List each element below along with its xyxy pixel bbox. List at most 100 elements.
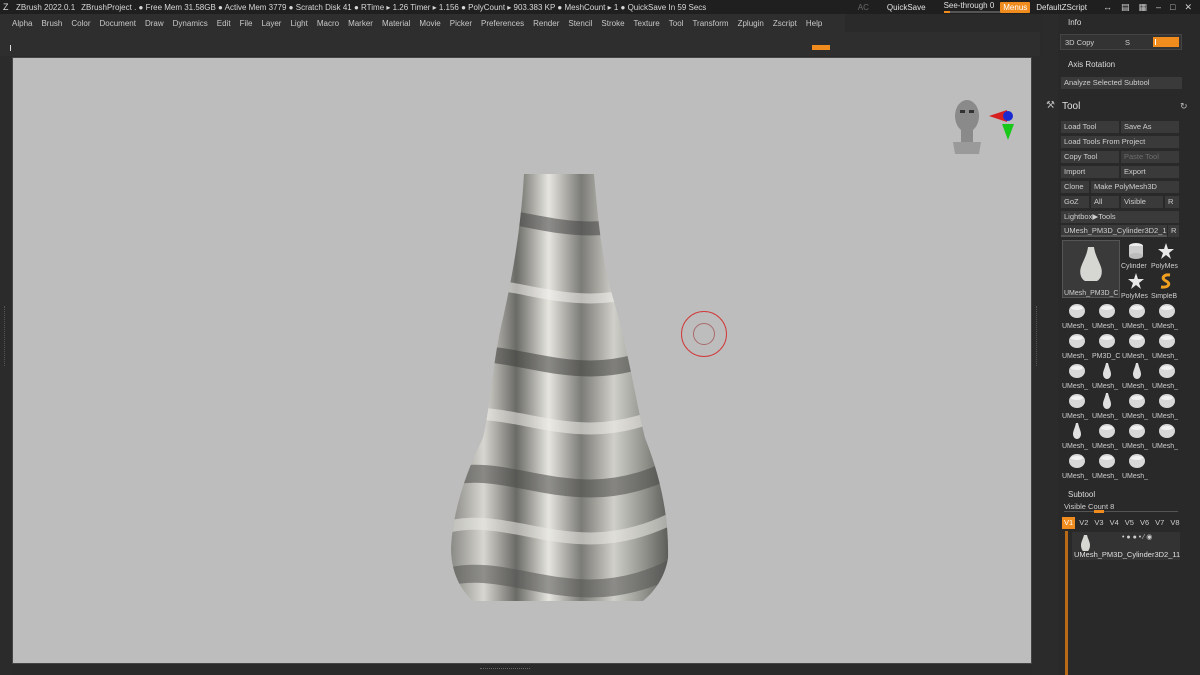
menu-render[interactable]: Render	[533, 19, 559, 28]
panel-icon[interactable]: ▤	[1121, 2, 1130, 13]
tool-thumbnail[interactable]: PolyMes	[1151, 240, 1181, 270]
bottom-tray-grip[interactable]	[480, 668, 530, 671]
info-title[interactable]: Info	[1068, 18, 1081, 27]
subtool-scrollbar[interactable]	[1065, 531, 1068, 675]
tool-thumbnail[interactable]: UMesh_	[1152, 360, 1182, 390]
document-canvas[interactable]	[12, 57, 1032, 664]
menu-movie[interactable]: Movie	[419, 19, 440, 28]
tool-thumbnail[interactable]: UMesh_	[1062, 360, 1092, 390]
menu-stencil[interactable]: Stencil	[568, 19, 592, 28]
tool-thumbnail[interactable]: UMesh_	[1092, 300, 1122, 330]
current-tool-slider[interactable]: UMesh_PM3D_Cylinder3D2_1	[1061, 225, 1167, 237]
tool-title[interactable]: Tool	[1062, 101, 1080, 112]
tool-thumbnail[interactable]: UMesh_	[1062, 450, 1092, 480]
tool-thumbnail[interactable]: UMesh_	[1122, 300, 1152, 330]
close-icon[interactable]: ✕	[1184, 2, 1192, 13]
tool-thumbnail[interactable]: UMesh_	[1122, 360, 1152, 390]
menu-texture[interactable]: Texture	[634, 19, 660, 28]
menu-edit[interactable]: Edit	[217, 19, 231, 28]
copy-value-field[interactable]	[1153, 37, 1179, 47]
refresh-icon[interactable]: ↻	[1180, 101, 1188, 112]
tool-thumbnail[interactable]: Cylinder	[1121, 240, 1151, 270]
menu-macro[interactable]: Macro	[317, 19, 339, 28]
vase-model[interactable]	[13, 58, 1032, 664]
visible-count-track[interactable]	[1064, 511, 1178, 512]
tool-thumbnail[interactable]: UMesh_	[1152, 330, 1182, 360]
load-tools-from-project-button[interactable]: Load Tools From Project	[1061, 136, 1179, 148]
current-tool-thumbnail[interactable]: UMesh_PM3D_C	[1062, 240, 1120, 298]
left-tray[interactable]	[0, 56, 12, 675]
tool-thumbnail[interactable]: UMesh_	[1152, 390, 1182, 420]
tool-thumbnail[interactable]: UMesh_	[1122, 390, 1152, 420]
visible-count-handle[interactable]	[1094, 510, 1104, 513]
tool-thumbnail[interactable]: UMesh_	[1122, 450, 1152, 480]
default-zscript-button[interactable]: DefaultZScript	[1036, 3, 1087, 12]
analyze-subtool-button[interactable]: Analyze Selected Subtool	[1061, 77, 1182, 89]
menu-color[interactable]: Color	[71, 19, 90, 28]
make-polymesh-button[interactable]: Make PolyMesh3D	[1091, 181, 1179, 193]
export-button[interactable]: Export	[1121, 166, 1179, 178]
tool-thumbnail[interactable]: UMesh_	[1122, 330, 1152, 360]
all-button[interactable]: All	[1091, 196, 1119, 208]
menu-layer[interactable]: Layer	[261, 19, 281, 28]
see-through-slider[interactable]: See-through 0	[943, 1, 1000, 13]
goz-button[interactable]: GoZ	[1061, 196, 1089, 208]
tool-thumbnail[interactable]: UMesh_	[1062, 330, 1092, 360]
axis-rotation-title[interactable]: Axis Rotation	[1068, 60, 1115, 69]
tool-thumbnail[interactable]: UMesh_	[1152, 420, 1182, 450]
shelf-accent-marker[interactable]	[812, 45, 830, 50]
restore-icon[interactable]: □	[1170, 2, 1175, 13]
paste-tool-button[interactable]: Paste Tool	[1121, 151, 1179, 163]
tool-thumbnail[interactable]: UMesh_	[1092, 360, 1122, 390]
tool-thumbnail[interactable]: UMesh_	[1062, 300, 1092, 330]
menu-marker[interactable]: Marker	[348, 19, 373, 28]
menu-zscript[interactable]: Zscript	[773, 19, 797, 28]
arrows-left-right-icon[interactable]: ↔	[1103, 2, 1112, 13]
tool-thumbnail[interactable]: UMesh_	[1092, 390, 1122, 420]
left-tray-grip[interactable]	[4, 306, 7, 366]
right-tray[interactable]	[1032, 56, 1042, 675]
tool-thumbnail[interactable]: UMesh_	[1062, 390, 1092, 420]
visibility-tab-v3[interactable]: V3	[1092, 517, 1105, 529]
visibility-tab-v4[interactable]: V4	[1108, 517, 1121, 529]
subtool-toggles[interactable]: • ● ● • ⁄ ◉	[1122, 533, 1152, 541]
menu-preferences[interactable]: Preferences	[481, 19, 524, 28]
menu-picker[interactable]: Picker	[450, 19, 472, 28]
tool-thumbnail[interactable]: UMesh_	[1092, 420, 1122, 450]
menu-light[interactable]: Light	[290, 19, 307, 28]
copy-field[interactable]: 3D Copy S	[1060, 34, 1182, 50]
menu-material[interactable]: Material	[382, 19, 410, 28]
menu-stroke[interactable]: Stroke	[601, 19, 624, 28]
menu-dynamics[interactable]: Dynamics	[173, 19, 208, 28]
current-tool-r-button[interactable]: R	[1168, 225, 1179, 237]
tool-thumbnail[interactable]: UMesh_	[1122, 420, 1152, 450]
import-button[interactable]: Import	[1061, 166, 1119, 178]
visibility-tab-v6[interactable]: V6	[1138, 517, 1151, 529]
clone-button[interactable]: Clone	[1061, 181, 1089, 193]
right-tray-grip[interactable]	[1036, 306, 1039, 366]
tool-thumbnail[interactable]: UMesh_	[1152, 300, 1182, 330]
tool-thumbnail[interactable]: SimpleB	[1151, 270, 1181, 300]
tool-thumbnail[interactable]: UMesh_	[1092, 450, 1122, 480]
visible-button[interactable]: Visible	[1121, 196, 1163, 208]
menu-alpha[interactable]: Alpha	[12, 19, 32, 28]
tool-thumbnail[interactable]: PolyMes	[1121, 270, 1151, 300]
subtool-item[interactable]: • ● ● • ⁄ ◉ UMesh_PM3D_Cylinder3D2_11	[1072, 532, 1180, 560]
copy-tool-button[interactable]: Copy Tool	[1061, 151, 1119, 163]
menu-draw[interactable]: Draw	[145, 19, 164, 28]
menu-file[interactable]: File	[240, 19, 253, 28]
navigation-head-icon[interactable]	[949, 92, 1029, 162]
menus-button[interactable]: Menus	[1000, 1, 1031, 13]
visibility-tab-v1[interactable]: V1	[1062, 517, 1076, 529]
menu-brush[interactable]: Brush	[41, 19, 62, 28]
subtool-title[interactable]: Subtool	[1068, 490, 1095, 499]
layout-icon[interactable]: ▦	[1138, 2, 1147, 13]
visibility-tab-v2[interactable]: V2	[1077, 517, 1090, 529]
visibility-tab-v8[interactable]: V8	[1168, 517, 1181, 529]
save-as-button[interactable]: Save As	[1121, 121, 1179, 133]
ac-toggle[interactable]: AC	[858, 3, 869, 12]
quicksave-button[interactable]: QuickSave	[887, 3, 926, 12]
see-through-handle[interactable]	[943, 11, 950, 13]
menu-document[interactable]: Document	[100, 19, 136, 28]
tool-thumbnail[interactable]: UMesh_	[1062, 420, 1092, 450]
